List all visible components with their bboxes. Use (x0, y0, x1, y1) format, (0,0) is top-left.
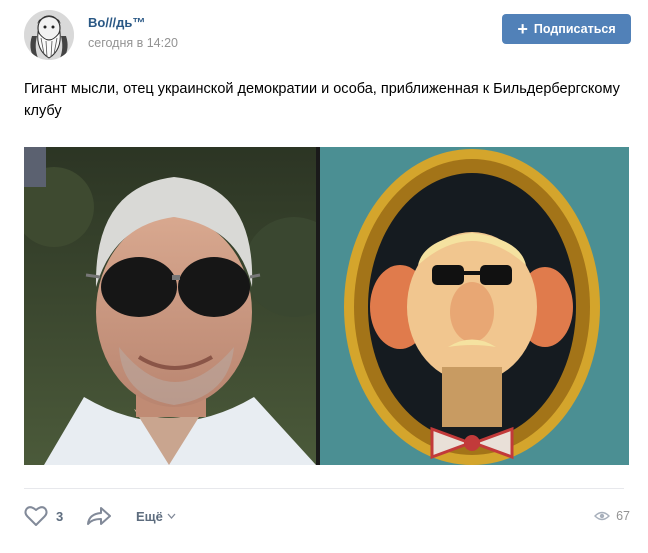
eye-icon (594, 511, 611, 521)
avatar[interactable] (24, 10, 74, 60)
bearded-man-avatar-icon (24, 10, 74, 60)
post-time[interactable]: сегодня в 14:20 (88, 36, 178, 50)
chevron-down-icon (167, 513, 176, 519)
wall-post: Во///дь™ сегодня в 14:20 + Подписаться Г… (0, 0, 648, 553)
heart-icon (24, 506, 48, 526)
subscribe-button[interactable]: + Подписаться (502, 14, 631, 44)
plus-icon: + (517, 19, 528, 39)
subscribe-label: Подписаться (533, 22, 616, 36)
like-button[interactable]: 3 (24, 503, 63, 529)
views-count: 67 (616, 509, 630, 523)
views-counter: 67 (594, 506, 630, 526)
more-button[interactable]: Ещё (136, 506, 176, 526)
post-text: Гигант мысли, отец украинской демократии… (24, 81, 620, 119)
photo-man-sunglasses[interactable] (24, 147, 316, 465)
cartoon-portrait-in-gold-frame[interactable] (320, 147, 629, 465)
author-name[interactable]: Во///дь™ (88, 15, 145, 30)
like-count: 3 (56, 508, 64, 524)
footer-divider (24, 488, 624, 489)
post-media[interactable] (24, 147, 629, 465)
more-label: Ещё (136, 508, 163, 524)
share-button[interactable] (86, 503, 112, 529)
share-arrow-icon (87, 507, 111, 525)
